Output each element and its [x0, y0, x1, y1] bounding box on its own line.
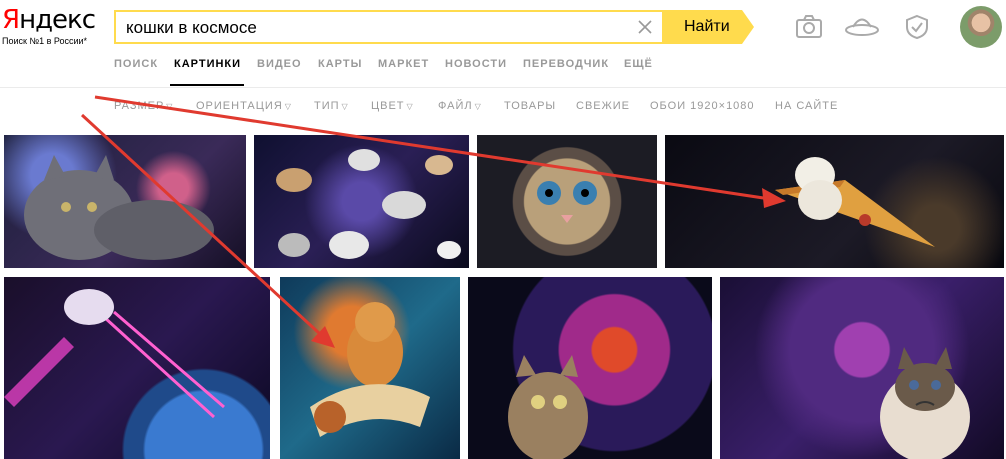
tab-market[interactable]: МАРКЕТ [378, 58, 429, 70]
search-input[interactable] [126, 18, 626, 38]
tab-video[interactable]: ВИДЕО [257, 58, 302, 70]
filter-orientation[interactable]: ОРИЕНТАЦИЯ ▽ [196, 100, 292, 112]
flying-cats-space-image[interactable] [254, 135, 469, 268]
nebula-cat-image[interactable] [468, 277, 712, 459]
clear-icon[interactable] [634, 16, 656, 38]
filter-size-label: РАЗМЕР [114, 100, 165, 112]
grumpy-cat-image[interactable] [720, 277, 1004, 459]
tab-news[interactable]: НОВОСТИ [445, 58, 507, 70]
logo-rest: ндекс [19, 5, 96, 35]
chevron-down-icon: ▽ [406, 102, 414, 111]
filter-color[interactable]: ЦВЕТ ▽ [371, 100, 414, 112]
filter-file-label: ФАЙЛ [438, 100, 473, 112]
filter-size[interactable]: РАЗМЕР ▽ [114, 100, 173, 112]
logo-tagline: Поиск №1 в России* [2, 36, 88, 46]
avatar[interactable] [960, 6, 1002, 48]
chevron-down-icon: ▽ [284, 102, 292, 111]
tab-search[interactable]: ПОИСК [114, 58, 158, 70]
filter-goods[interactable]: ТОВАРЫ [504, 100, 556, 112]
search-button[interactable]: Найти [664, 10, 754, 44]
shield-icon[interactable] [904, 14, 930, 40]
pizza-cat-image[interactable] [665, 135, 1004, 268]
astronaut-cat-image[interactable] [477, 135, 657, 268]
burrito-cat-image[interactable] [280, 277, 460, 459]
ufo-icon[interactable] [844, 14, 880, 40]
laser-cat-image[interactable] [4, 277, 270, 459]
header-divider [0, 87, 1006, 88]
filter-type[interactable]: ТИП ▽ [314, 100, 349, 112]
filter-orientation-label: ОРИЕНТАЦИЯ [196, 100, 283, 112]
tab-translator[interactable]: ПЕРЕВОДЧИК [523, 58, 609, 70]
filter-file[interactable]: ФАЙЛ ▽ [438, 100, 482, 112]
filter-on-site[interactable]: НА САЙТЕ [775, 100, 838, 112]
tab-maps[interactable]: КАРТЫ [318, 58, 362, 70]
grey-cat-space-image[interactable] [4, 135, 246, 268]
logo-first-letter: Я [2, 5, 20, 35]
camera-icon[interactable] [794, 14, 824, 40]
yandex-logo[interactable]: Яндекс Поиск №1 в России* [2, 6, 112, 56]
tab-images[interactable]: КАРТИНКИ [174, 58, 241, 70]
chevron-down-icon: ▽ [474, 102, 482, 111]
filter-type-label: ТИП [314, 100, 340, 112]
tab-more[interactable]: ЕЩЁ [624, 58, 653, 70]
chevron-down-icon: ▽ [166, 102, 174, 111]
filter-color-label: ЦВЕТ [371, 100, 405, 112]
search-button-label: Найти [684, 18, 730, 35]
filter-fresh[interactable]: СВЕЖИЕ [576, 100, 630, 112]
active-tab-indicator [170, 84, 244, 86]
search-box[interactable] [114, 10, 664, 44]
chevron-down-icon: ▽ [341, 102, 349, 111]
logo-word: Яндекс [2, 6, 112, 34]
filter-wallpapers[interactable]: ОБОИ 1920×1080 [650, 100, 755, 112]
